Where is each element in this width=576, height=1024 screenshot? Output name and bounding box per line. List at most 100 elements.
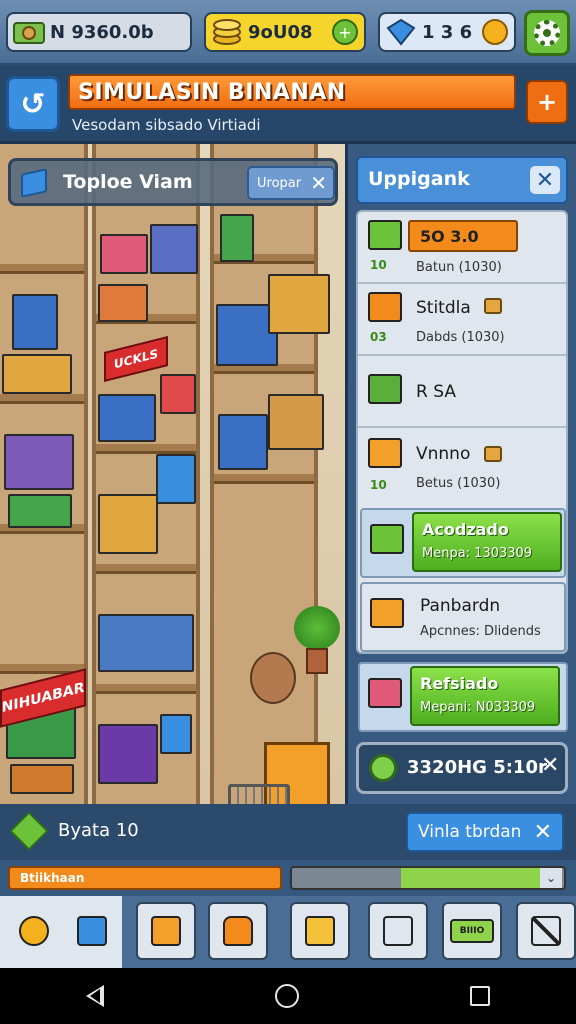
plant-pot bbox=[306, 648, 328, 674]
box-product[interactable] bbox=[100, 234, 148, 274]
box-product[interactable] bbox=[220, 214, 254, 262]
settings-button[interactable] bbox=[524, 10, 570, 56]
box-product[interactable] bbox=[160, 714, 192, 754]
close-icon[interactable]: ✕ bbox=[310, 171, 327, 195]
upgrade-buy-button[interactable]: Refsiado Mepani: N033309 bbox=[410, 666, 560, 726]
chevron-down-icon[interactable]: ⌄ bbox=[540, 868, 562, 888]
upgrade-buy-button[interactable]: Acodzado Menpa: 1303309 bbox=[412, 512, 562, 572]
shelf-board bbox=[96, 564, 196, 574]
register-icon bbox=[370, 598, 404, 628]
money-bag-icon bbox=[8, 12, 50, 52]
box-product[interactable] bbox=[98, 724, 158, 784]
list-item[interactable]: 03 Stitdla Dabds (1030) bbox=[358, 284, 566, 356]
upgrade-card[interactable]: Refsiado Mepani: N033309 bbox=[358, 662, 568, 732]
item-name: R SA bbox=[416, 382, 456, 402]
plant-icon bbox=[294, 606, 340, 650]
sack-product[interactable] bbox=[250, 652, 296, 704]
box-product[interactable] bbox=[98, 494, 158, 554]
box-product[interactable] bbox=[98, 394, 156, 442]
add-coins-button[interactable]: + bbox=[332, 19, 358, 45]
price-button[interactable]: 5O 3.0 bbox=[408, 220, 518, 252]
box-product[interactable] bbox=[268, 394, 324, 450]
box-product[interactable] bbox=[160, 374, 196, 414]
box-product[interactable] bbox=[218, 414, 268, 470]
system-nav-bar bbox=[0, 968, 576, 1024]
item-name: Stitdla bbox=[416, 298, 471, 318]
shelf-board bbox=[96, 684, 196, 694]
key-icon bbox=[19, 916, 49, 946]
nav-recents-icon[interactable] bbox=[470, 986, 491, 1006]
filter-tag[interactable]: Uropar ✕ bbox=[247, 166, 335, 200]
progress-label-bar: Btiikhaan bbox=[8, 866, 282, 890]
box-product[interactable] bbox=[98, 614, 194, 672]
box-product[interactable] bbox=[8, 494, 72, 528]
upgrade-list: 10 5O 3.0 Batun (1030) 03 Stitdla Dabds … bbox=[356, 210, 568, 654]
box-product[interactable] bbox=[98, 284, 148, 322]
nav-home-icon[interactable] bbox=[274, 984, 299, 1008]
bag-tool-button[interactable] bbox=[208, 902, 268, 960]
cash-icon: BIIIO bbox=[450, 919, 494, 943]
gold-nugget-icon bbox=[484, 446, 502, 462]
coins-value: 9oU08 bbox=[248, 21, 313, 43]
cash-label: BIIIO bbox=[459, 926, 485, 936]
progress-bar: ⌄ bbox=[290, 866, 566, 890]
orange-crate-icon bbox=[368, 292, 402, 322]
card-subtitle: Mepani: N033309 bbox=[420, 700, 536, 715]
bottom-toolbar: BIIIO bbox=[0, 896, 576, 968]
box-product[interactable] bbox=[150, 224, 198, 274]
notepad-icon bbox=[151, 916, 181, 946]
money-counter[interactable]: N 9360.0b bbox=[6, 12, 192, 52]
cash-tool-button[interactable]: BIIIO bbox=[442, 902, 502, 960]
list-item[interactable]: 10 5O 3.0 Batun (1030) bbox=[358, 212, 566, 284]
page-header: ↺ SIMULASIN BINANAN Vesodam sibsado Virt… bbox=[0, 66, 576, 144]
box-product[interactable] bbox=[10, 764, 74, 794]
tv-product[interactable] bbox=[12, 294, 58, 350]
upgrade-card[interactable]: Acodzado Menpa: 1303309 bbox=[360, 508, 566, 578]
crossed-box-tool-button[interactable] bbox=[516, 902, 576, 960]
filter-label: Toploe Viam bbox=[63, 171, 193, 193]
item-count: 03 bbox=[370, 330, 387, 344]
list-item[interactable]: 10 Vnnno Betus (1030) bbox=[358, 428, 566, 504]
plus-icon: + bbox=[338, 22, 352, 42]
store-filter-bar[interactable]: Toploe Viam Uropar ✕ bbox=[8, 158, 338, 206]
box-product[interactable] bbox=[268, 274, 330, 334]
back-button[interactable]: ↺ bbox=[6, 76, 60, 132]
store-scene[interactable]: UCKLS NIHUABAR Toploe Viam Uropar ✕ bbox=[0, 144, 348, 804]
shopping-cart[interactable] bbox=[228, 784, 290, 804]
crossed-box-icon bbox=[531, 916, 561, 946]
timer-badge[interactable]: 3320HG 5:10r ✕ bbox=[356, 742, 568, 794]
key-icon[interactable] bbox=[482, 19, 508, 45]
shelf-board bbox=[214, 474, 314, 484]
gems-value: 1 3 6 bbox=[422, 21, 473, 43]
upgrade-card[interactable]: Panbardn Apcnnes: Dlidends bbox=[360, 582, 566, 652]
cube-icon bbox=[21, 168, 47, 198]
stats-text: Byata 10 bbox=[58, 820, 139, 841]
tag-icon bbox=[77, 916, 107, 946]
add-button[interactable]: + bbox=[526, 80, 568, 124]
progress-fill bbox=[400, 868, 543, 888]
box-tool-button[interactable] bbox=[290, 902, 350, 960]
box-product[interactable] bbox=[2, 354, 72, 394]
close-panel-button[interactable]: ✕ bbox=[530, 166, 560, 194]
key-tool-button[interactable] bbox=[4, 902, 64, 960]
status-bar: N 9360.0b 9oU08 + 1 3 6 bbox=[0, 0, 576, 66]
nav-back-icon[interactable] bbox=[85, 985, 104, 1007]
clipboard-tool-button[interactable] bbox=[368, 902, 428, 960]
coins-counter[interactable]: 9oU08 + bbox=[204, 12, 366, 52]
action-button[interactable]: Vinla tbrdan ✕ bbox=[406, 812, 564, 852]
machine-icon bbox=[370, 524, 404, 554]
key-icon bbox=[484, 298, 502, 314]
notepad-tool-button[interactable] bbox=[136, 902, 196, 960]
upgrade-panel: Uppigank ✕ 10 5O 3.0 Batun (1030) 03 Sti… bbox=[348, 144, 576, 804]
tag-tool-button[interactable] bbox=[62, 902, 122, 960]
list-item[interactable]: R SA bbox=[358, 356, 566, 428]
box-product[interactable] bbox=[4, 434, 74, 490]
close-icon[interactable]: ✕ bbox=[541, 753, 559, 778]
gems-counter[interactable]: 1 3 6 bbox=[378, 12, 516, 52]
upgrade-panel-title: Uppigank bbox=[368, 168, 470, 190]
money-value: N 9360.0b bbox=[50, 21, 154, 43]
item-subtitle: Dabds (1030) bbox=[416, 330, 505, 345]
box-product[interactable] bbox=[156, 454, 196, 504]
box-icon bbox=[368, 438, 402, 468]
close-icon[interactable]: ✕ bbox=[534, 820, 552, 845]
